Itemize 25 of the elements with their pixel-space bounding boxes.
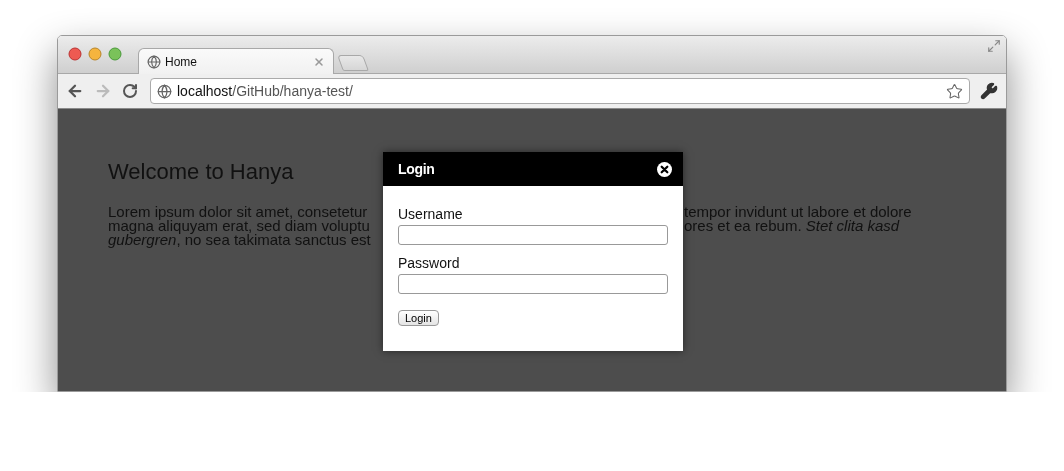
- field-label: Username: [398, 206, 464, 222]
- input-field[interactable]: [398, 274, 668, 294]
- wrench-icon[interactable]: [980, 82, 998, 100]
- tab-title: Home: [165, 54, 198, 69]
- paragraph-text: Lorem ipsum dolor sit amet, consetetur: [108, 205, 368, 219]
- field-label: Password: [398, 255, 461, 271]
- browser-tab[interactable]: Home: [138, 48, 334, 74]
- address-bar[interactable]: localhost/GitHub/hanya-test/: [150, 78, 970, 104]
- page-heading: Welcome to Hanya: [108, 159, 294, 185]
- close-icon[interactable]: [657, 161, 672, 177]
- login-button[interactable]: Login: [398, 310, 439, 326]
- globe-icon: [147, 54, 161, 69]
- dialog-title: Login: [398, 161, 435, 177]
- url-text: localhost/GitHub/hanya-test/: [177, 83, 354, 99]
- paragraph-text: gubergren, no sea takimata sanctus est: [108, 233, 371, 247]
- new-tab-button[interactable]: [337, 55, 369, 71]
- reload-icon[interactable]: [122, 83, 138, 99]
- fullscreen-icon[interactable]: [987, 39, 1001, 53]
- star-icon[interactable]: [946, 82, 963, 100]
- globe-icon: [157, 83, 172, 99]
- paragraph-text: ores et ea rebum. Stet clita kasd: [684, 219, 900, 233]
- back-icon[interactable]: [66, 82, 84, 100]
- paragraph-text: magna aliquyam erat, sed diam voluptu: [108, 219, 370, 233]
- window-controls-icon[interactable]: [68, 46, 122, 61]
- input-field[interactable]: [398, 225, 668, 245]
